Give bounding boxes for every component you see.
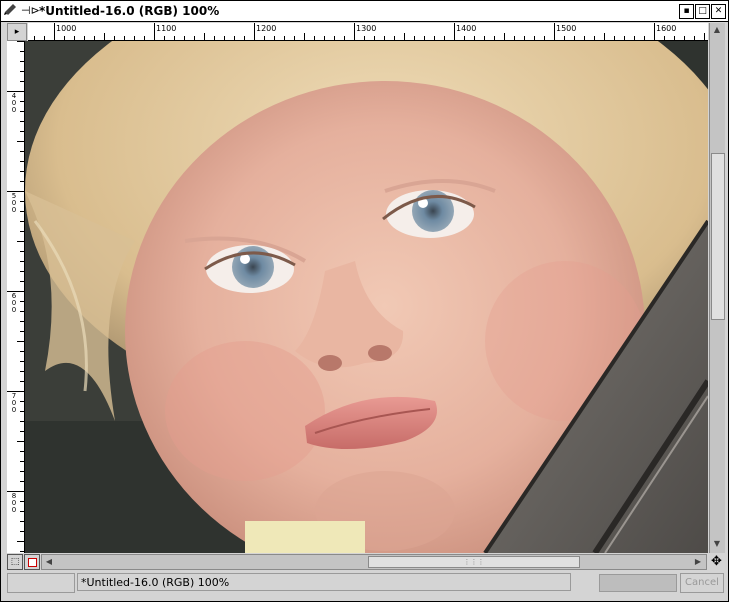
cancel-button[interactable]: Cancel bbox=[680, 573, 724, 593]
scroll-left-arrow-icon[interactable]: ◀ bbox=[43, 557, 55, 567]
ruler-label: 1000 bbox=[56, 24, 77, 33]
status-text: *Untitled-16.0 (RGB) 100% bbox=[77, 573, 571, 591]
pointer-coordinates-field bbox=[7, 573, 75, 593]
pin-icon[interactable]: ⊣⊳ bbox=[21, 3, 40, 19]
vertical-scroll-thumb[interactable] bbox=[711, 153, 725, 320]
horizontal-scroll-thumb[interactable]: ⋮⋮⋮ bbox=[368, 556, 580, 568]
status-bar: *Untitled-16.0 (RGB) 100% Cancel bbox=[7, 572, 724, 594]
quick-mask-off-icon[interactable]: ⬚ bbox=[7, 554, 23, 570]
progress-bar bbox=[599, 574, 677, 592]
title-bar[interactable]: ⊣⊳ *Untitled-16.0 (RGB) 100% ▪ □ ✕ bbox=[1, 1, 728, 22]
ruler-label: 400 bbox=[11, 92, 17, 114]
scroll-right-arrow-icon[interactable]: ▶ bbox=[692, 557, 704, 567]
vertical-scrollbar[interactable]: ▲ ▼ bbox=[709, 23, 725, 553]
maximize-button[interactable]: □ bbox=[695, 4, 710, 19]
ruler-label: 800 bbox=[11, 492, 17, 514]
minimize-button[interactable]: ▪ bbox=[679, 4, 694, 19]
window-title: *Untitled-16.0 (RGB) 100% bbox=[39, 4, 220, 18]
horizontal-ruler[interactable]: 1000 1100 1200 1300 1400 1500 1600 bbox=[28, 23, 708, 41]
ruler-label: 500 bbox=[11, 192, 17, 214]
baby-face-photo bbox=[25, 41, 708, 553]
ruler-label: 1600 bbox=[656, 24, 677, 33]
ruler-label: 1400 bbox=[456, 24, 477, 33]
quick-mask-on-icon[interactable] bbox=[24, 554, 40, 570]
scroll-down-arrow-icon[interactable]: ▼ bbox=[711, 539, 723, 549]
ruler-corner-button[interactable]: ▸ bbox=[7, 23, 27, 41]
horizontal-scrollbar[interactable]: ◀ ⋮⋮⋮ ▶ bbox=[41, 554, 707, 570]
ruler-label: 1500 bbox=[556, 24, 577, 33]
scroll-up-arrow-icon[interactable]: ▲ bbox=[711, 25, 723, 35]
close-button[interactable]: ✕ bbox=[711, 4, 726, 19]
navigate-icon[interactable]: ✥ bbox=[709, 554, 724, 569]
image-window: ⊣⊳ *Untitled-16.0 (RGB) 100% ▪ □ ✕ ▸ 100… bbox=[0, 0, 729, 602]
vertical-ruler[interactable]: 400 500 600 700 800 bbox=[7, 41, 25, 553]
ruler-label: 1100 bbox=[156, 24, 177, 33]
pencil-icon[interactable] bbox=[4, 3, 18, 19]
image-canvas[interactable] bbox=[25, 41, 708, 553]
ruler-label: 700 bbox=[11, 392, 17, 414]
bottom-controls: ⬚ ◀ ⋮⋮⋮ ▶ ✥ bbox=[7, 554, 724, 570]
ruler-label: 1300 bbox=[356, 24, 377, 33]
ruler-label: 1200 bbox=[256, 24, 277, 33]
ruler-label: 600 bbox=[11, 292, 17, 314]
